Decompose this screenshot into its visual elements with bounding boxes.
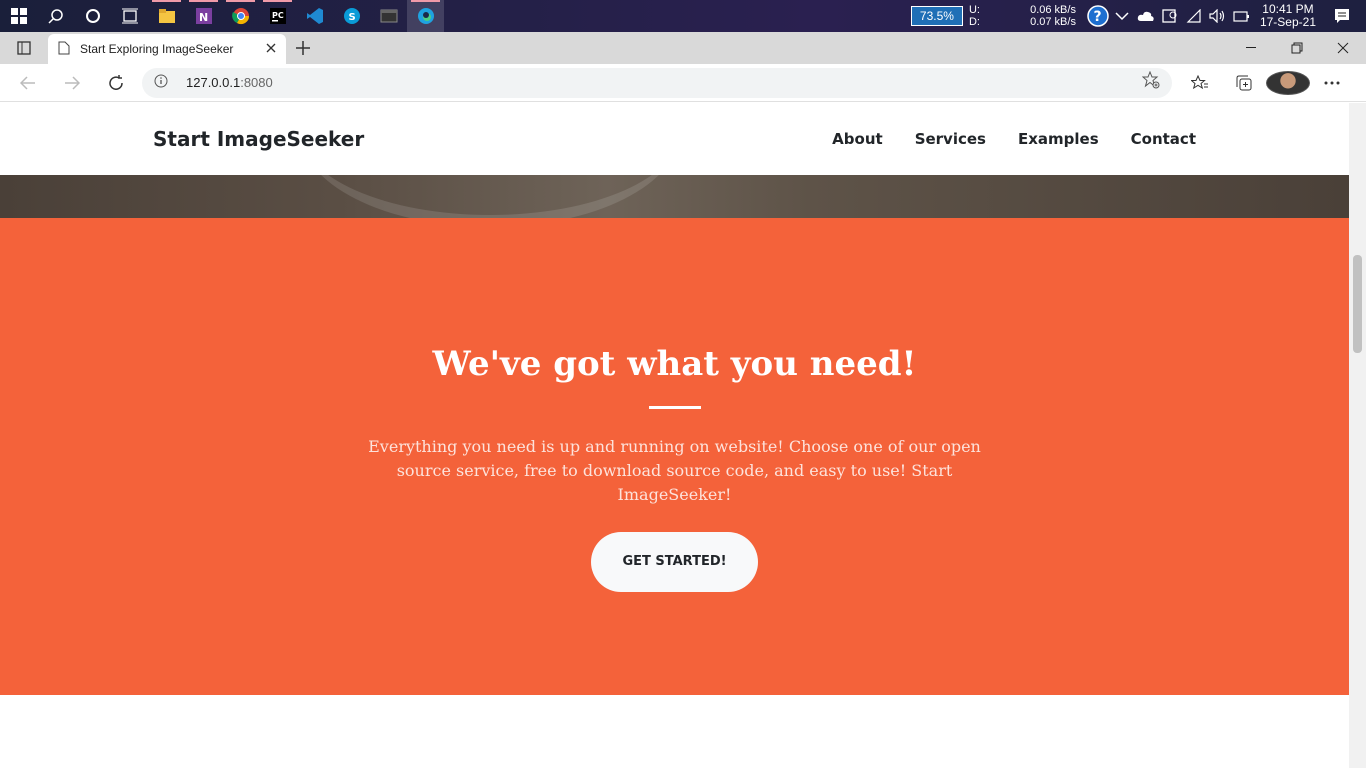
clock-date: 17-Sep-21 (1259, 15, 1316, 29)
wifi-icon[interactable] (1182, 9, 1206, 23)
volume-icon[interactable] (1206, 9, 1230, 23)
terminal-icon[interactable] (370, 0, 407, 32)
refresh-icon[interactable] (94, 64, 138, 102)
net-down-value: 0.07 kB/s (1030, 16, 1076, 28)
page-icon (58, 41, 70, 58)
svg-text:N: N (199, 11, 208, 24)
about-heading: We've got what you need! (432, 344, 917, 384)
url-port: :8080 (240, 75, 273, 90)
cortana-icon[interactable] (74, 0, 111, 32)
about-section: We've got what you need! Everything you … (0, 218, 1349, 695)
url-host: 127.0.0.1 (186, 75, 241, 90)
minimize-icon[interactable] (1228, 32, 1274, 64)
battery-indicator[interactable]: 73.5% (910, 6, 963, 26)
add-favorite-icon[interactable] (1141, 70, 1160, 94)
nav-link-contact[interactable]: Contact (1131, 130, 1196, 148)
svg-text:PC: PC (272, 11, 284, 20)
get-started-button[interactable]: GET STARTED! (591, 532, 758, 592)
site-info-icon[interactable] (154, 74, 174, 91)
site-navbar: Start ImageSeeker About Services Example… (0, 103, 1349, 175)
collections-icon[interactable] (1222, 71, 1266, 95)
network-speed: U: D: 0.06 kB/s 0.07 kB/s (969, 4, 1076, 28)
chevron-up-icon[interactable] (1110, 11, 1134, 21)
net-down-label: D: (968, 16, 980, 28)
new-tab-icon[interactable] (286, 32, 320, 64)
site-brand[interactable]: Start ImageSeeker (153, 127, 364, 151)
vscode-icon[interactable] (296, 0, 333, 32)
forward-icon[interactable] (50, 64, 94, 102)
browser-tab-bar: Start Exploring ImageSeeker (0, 32, 1366, 64)
address-bar: 127.0.0.1:8080 (0, 64, 1366, 102)
svg-text:S: S (348, 12, 355, 23)
clock[interactable]: 10:41 PM 17-Sep-21 (1260, 3, 1316, 29)
windows-taskbar: N PC S 73.5% U: D: 0.06 kB/s 0.07 kB/s ? (0, 0, 1366, 32)
help-icon[interactable]: ? (1086, 5, 1110, 27)
skype-icon[interactable]: S (333, 0, 370, 32)
onedrive-cloud-icon[interactable] (1134, 10, 1158, 22)
profile-avatar[interactable] (1266, 70, 1310, 95)
hero-background-image (0, 175, 1349, 218)
about-text: Everything you need is up and running on… (368, 437, 981, 504)
restore-icon[interactable] (1274, 32, 1320, 64)
close-window-icon[interactable] (1320, 32, 1366, 64)
browser-tab[interactable]: Start Exploring ImageSeeker (48, 34, 286, 64)
favorites-icon[interactable] (1178, 71, 1222, 95)
pycharm-icon[interactable]: PC (259, 0, 296, 32)
net-up-value: 0.06 kB/s (1030, 4, 1076, 16)
windows-start-icon[interactable] (0, 0, 37, 32)
sync-icon[interactable] (1158, 8, 1182, 24)
tab-actions-icon[interactable] (0, 32, 48, 64)
net-up-label: U: (968, 4, 980, 16)
input-method-icon[interactable] (1230, 9, 1254, 23)
page-viewport: Start ImageSeeker About Services Example… (0, 103, 1349, 768)
chrome-icon[interactable] (222, 0, 259, 32)
close-tab-icon[interactable] (266, 42, 276, 56)
nav-link-examples[interactable]: Examples (1018, 130, 1099, 148)
nav-link-about[interactable]: About (832, 130, 883, 148)
onenote-icon[interactable]: N (185, 0, 222, 32)
notification-icon[interactable] (1330, 8, 1354, 24)
nav-links: About Services Examples Contact (832, 130, 1196, 148)
search-icon[interactable] (37, 0, 74, 32)
tab-title: Start Exploring ImageSeeker (80, 42, 234, 56)
file-explorer-icon[interactable] (148, 0, 185, 32)
url-input[interactable]: 127.0.0.1:8080 (142, 67, 1172, 98)
nav-link-services[interactable]: Services (915, 130, 986, 148)
system-tray: 73.5% U: D: 0.06 kB/s 0.07 kB/s ? 10:41 … (910, 0, 1366, 32)
svg-text:?: ? (1093, 9, 1101, 25)
scrollbar-thumb[interactable] (1353, 255, 1362, 353)
heading-divider (648, 406, 701, 409)
more-options-icon[interactable] (1310, 71, 1354, 95)
back-icon[interactable] (6, 64, 50, 102)
task-view-icon[interactable] (111, 0, 148, 32)
window-controls (1228, 32, 1366, 64)
services-section (0, 695, 1349, 768)
edge-icon[interactable] (407, 0, 444, 32)
page-scrollbar[interactable] (1349, 103, 1366, 768)
